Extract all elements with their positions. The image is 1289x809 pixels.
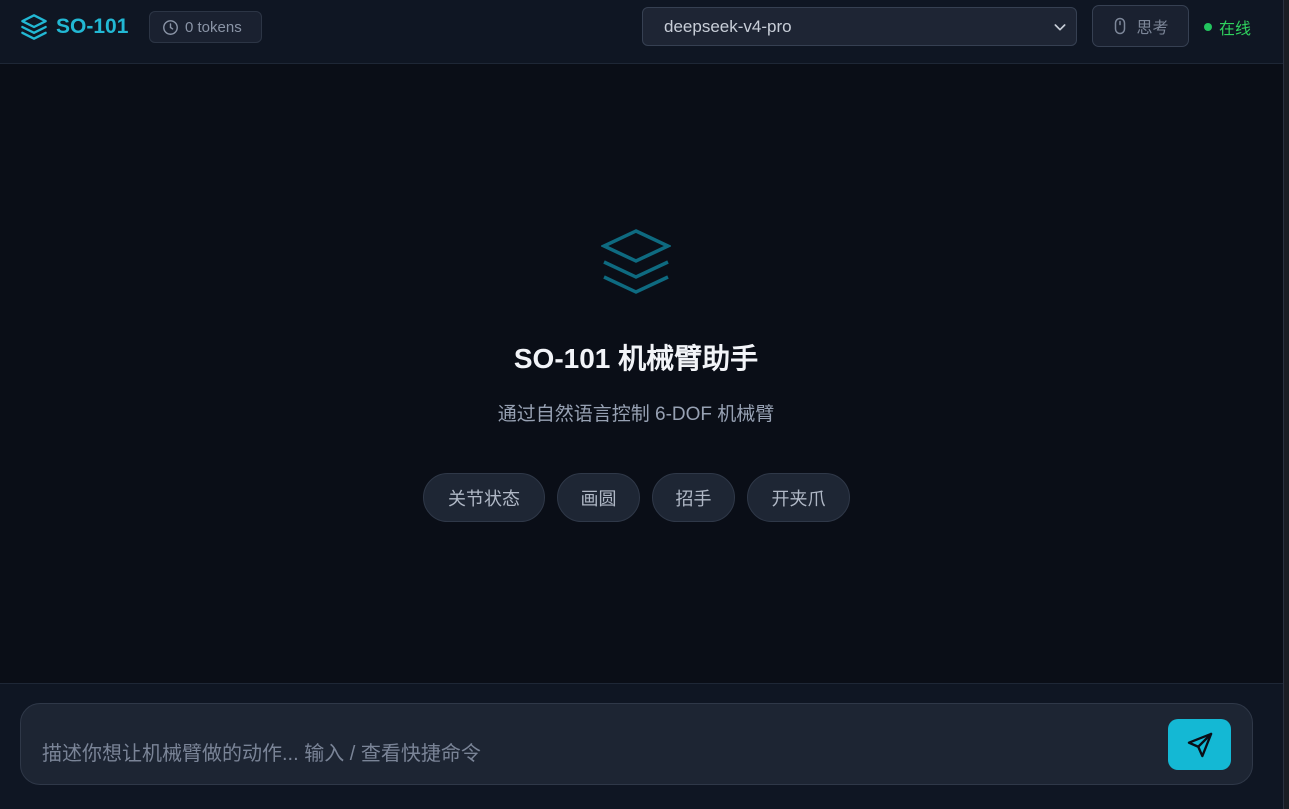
token-count: 0 tokens (185, 18, 242, 36)
quick-action-wave[interactable]: 招手 (652, 473, 735, 522)
status-dot (1204, 23, 1212, 31)
page-title: SO-101 机械臂助手 (513, 343, 759, 374)
think-label: 思考 (1136, 20, 1169, 37)
app-window: SO-101 0 tokens deepseek-v4-pro 思考 在线 SO… (0, 0, 1284, 809)
chevron-down-icon (1054, 24, 1066, 31)
composer (20, 703, 1253, 785)
quick-action-open-gripper[interactable]: 开夹爪 (747, 473, 850, 522)
model-select[interactable]: deepseek-v4-pro (642, 7, 1077, 46)
think-toggle-button[interactable]: 思考 (1092, 5, 1189, 47)
model-select-value: deepseek-v4-pro (664, 16, 792, 36)
connection-status: 在线 (1204, 17, 1252, 38)
brand[interactable]: SO-101 (20, 13, 128, 41)
token-counter: 0 tokens (149, 11, 262, 43)
layers-icon (601, 229, 671, 294)
composer-bar (0, 683, 1283, 809)
mouse-icon (1115, 17, 1126, 35)
page-subtitle: 通过自然语言控制 6-DOF 机械臂 (497, 404, 775, 425)
status-label: 在线 (1219, 21, 1252, 38)
message-input[interactable] (42, 738, 1142, 770)
quick-action-draw-circle[interactable]: 画圆 (557, 473, 640, 522)
brand-name: SO-101 (56, 15, 129, 38)
top-bar: SO-101 0 tokens deepseek-v4-pro 思考 在线 (0, 0, 1283, 64)
quick-action-joint-status[interactable]: 关节状态 (423, 473, 545, 522)
send-button[interactable] (1168, 719, 1231, 770)
clock-icon (163, 19, 178, 35)
layers-icon (21, 14, 47, 40)
send-icon (1187, 732, 1212, 757)
